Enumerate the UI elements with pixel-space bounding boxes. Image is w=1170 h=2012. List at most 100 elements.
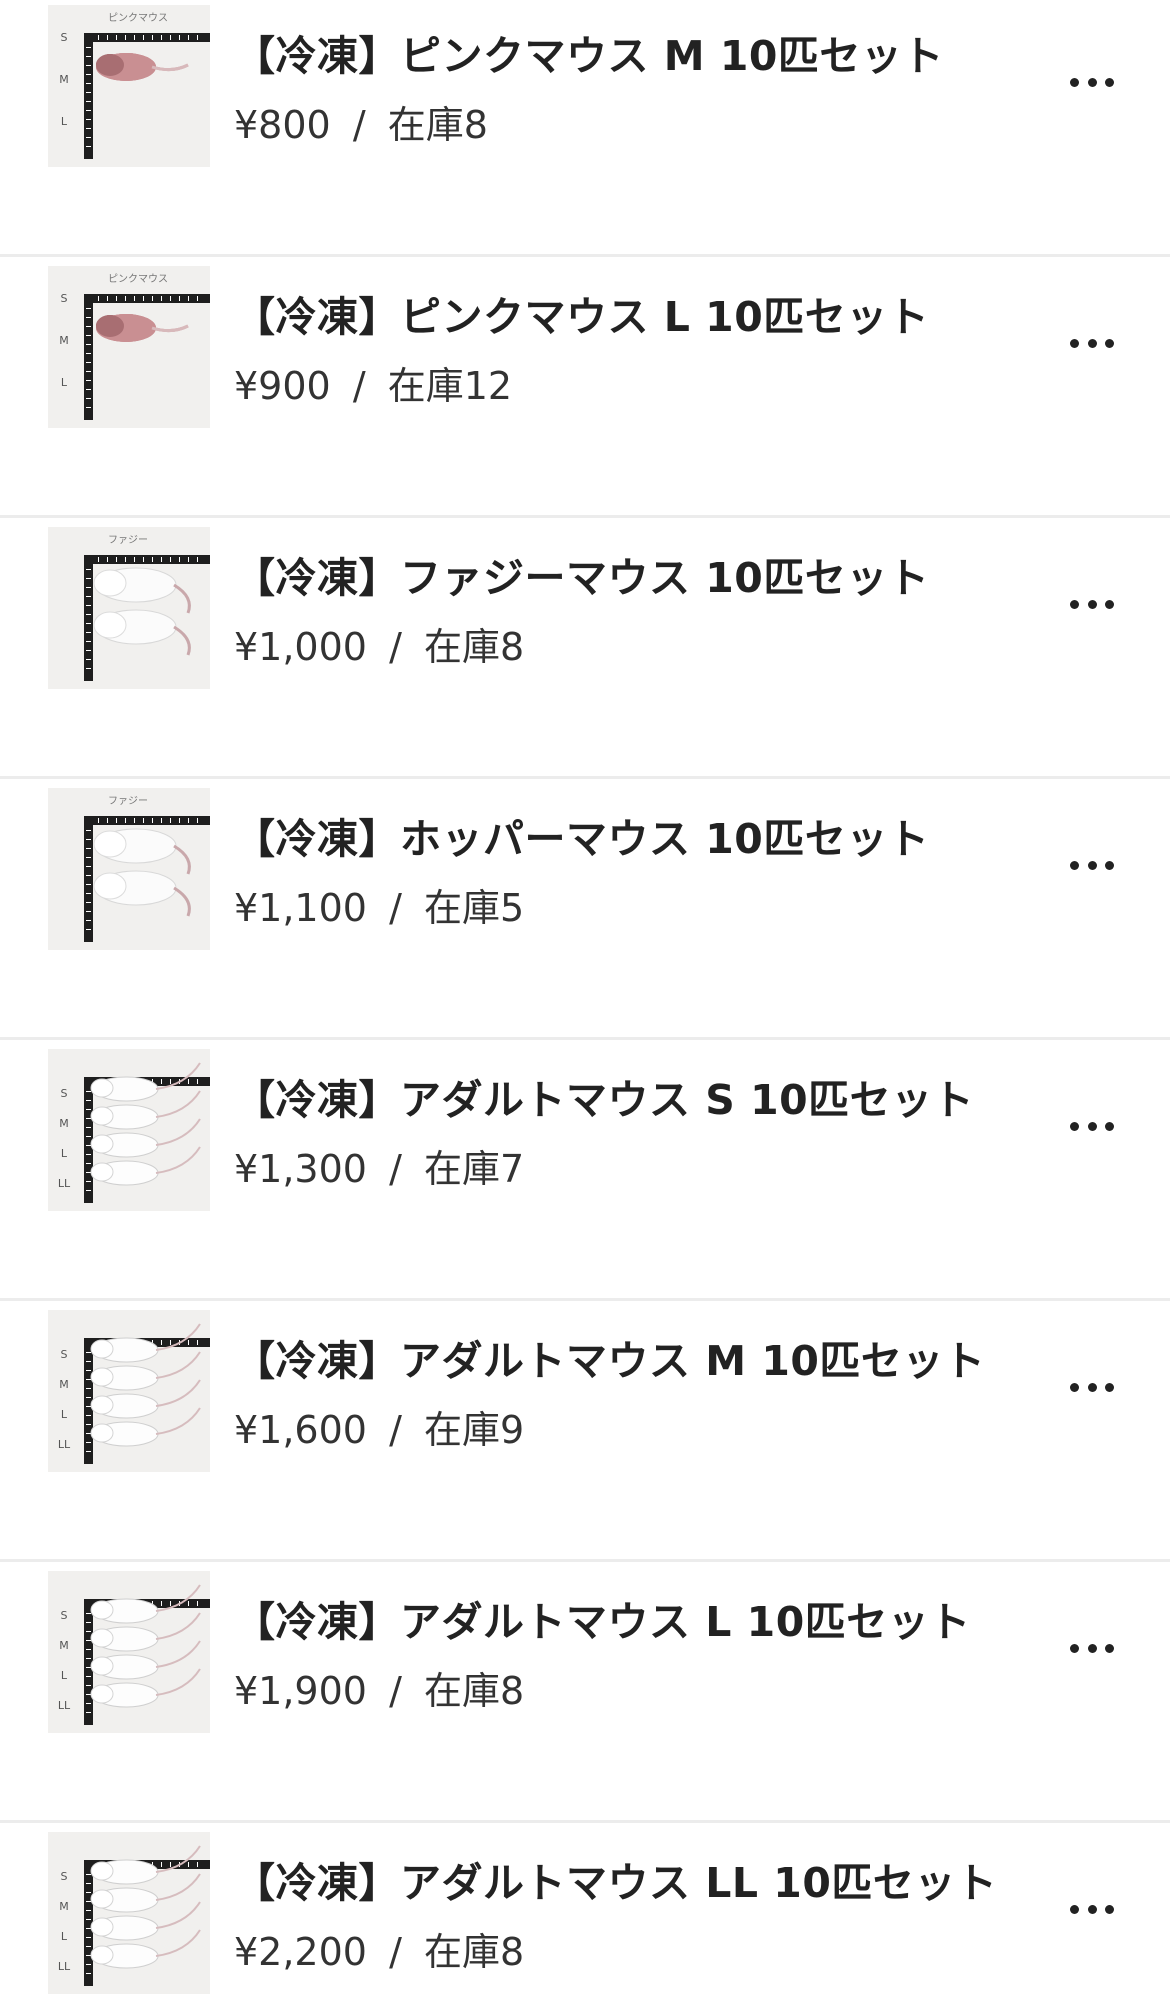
ruler-tick: [86, 1352, 91, 1353]
ruler-vertical: [84, 816, 93, 942]
mouse-shape: [90, 1628, 114, 1648]
scale-label: S: [61, 1609, 68, 1622]
more-options-button[interactable]: [1062, 843, 1122, 887]
product-title[interactable]: 【冷凍】ピンクマウス M 10匹セット: [234, 22, 944, 82]
product-title[interactable]: 【冷凍】アダルトマウス L 10匹セット: [234, 1588, 971, 1648]
more-options-button[interactable]: [1062, 1626, 1122, 1670]
ruler-tick: [188, 296, 189, 301]
ruler-tick: [86, 1622, 91, 1623]
ruler-tick: [86, 92, 91, 93]
ruler-tick: [197, 1601, 198, 1606]
more-options-button[interactable]: [1062, 1365, 1122, 1409]
ruler-tick: [86, 578, 91, 579]
thumb-bg: [48, 5, 210, 167]
more-options-button[interactable]: [1062, 582, 1122, 626]
ruler-tick: [86, 1712, 91, 1713]
more-dot: [1087, 1643, 1097, 1653]
ruler-tick: [86, 1415, 91, 1416]
ruler-tick: [86, 1370, 91, 1371]
list-item[interactable]: S M L LL 【冷凍】アダルトマウス S 10匹セット ¥1,300 / 在庫7: [0, 1040, 1170, 1301]
more-dot: [1070, 338, 1079, 348]
product-price: ¥1,000: [234, 625, 367, 669]
list-item[interactable]: ファジー 【冷凍】ファジーマウス 10匹セット ¥1,000 / 在庫8: [0, 518, 1170, 779]
scale-label: L: [61, 1408, 68, 1421]
ruler-tick: [170, 296, 171, 301]
ruler-tick: [86, 47, 91, 48]
ruler-tick: [125, 557, 126, 562]
list-item[interactable]: S M L LL 【冷凍】アダルトマウス L 10匹セット ¥1,900 / 在庫8: [0, 1562, 1170, 1823]
ruler-tick: [86, 857, 91, 858]
product-title[interactable]: 【冷凍】ファジーマウス 10匹セット: [234, 544, 929, 604]
more-options-button[interactable]: [1062, 1887, 1122, 1931]
ruler-tick: [86, 911, 91, 912]
product-price: ¥800: [234, 103, 331, 147]
product-title[interactable]: 【冷凍】ホッパーマウス 10匹セット: [234, 805, 929, 865]
more-options-button[interactable]: [1062, 321, 1122, 365]
product-thumbnail[interactable]: S M L LL: [48, 1049, 210, 1211]
product-meta: ¥900 / 在庫12: [234, 355, 512, 410]
product-title[interactable]: 【冷凍】アダルトマウス LL 10匹セット: [234, 1849, 997, 1909]
more-dot: [1105, 338, 1114, 348]
list-item[interactable]: ファジー 【冷凍】ホッパーマウス 10匹セット ¥1,100 / 在庫5: [0, 779, 1170, 1040]
more-dot: [1087, 1904, 1097, 1914]
ruler-tick: [86, 1613, 91, 1614]
list-item[interactable]: ピンクマウス S M L 【冷凍】ピンクマウス L 10匹セット ¥900 / 在庫1…: [0, 257, 1170, 518]
more-options-button[interactable]: [1062, 60, 1122, 104]
ruler-tick: [86, 1964, 91, 1965]
ruler-tick: [188, 557, 189, 562]
product-title[interactable]: 【冷凍】アダルトマウス M 10匹セット: [234, 1327, 985, 1387]
ruler-tick: [134, 557, 135, 562]
mouse-shape: [90, 1917, 114, 1937]
list-item[interactable]: S M L LL 【冷凍】アダルトマウス M 10匹セット ¥1,600 / 在庫9: [0, 1301, 1170, 1562]
more-options-button[interactable]: [1062, 1104, 1122, 1148]
product-title[interactable]: 【冷凍】ピンクマウス L 10匹セット: [234, 283, 929, 343]
ruler-tick: [86, 1145, 91, 1146]
thumbnail-image: SMLLL: [48, 1571, 210, 1733]
product-thumbnail[interactable]: S M L LL: [48, 1832, 210, 1994]
product-price: ¥1,300: [234, 1147, 367, 1191]
ruler-tick: [125, 35, 126, 40]
product-thumbnail[interactable]: ファジー: [48, 527, 210, 689]
more-dot: [1105, 1121, 1114, 1131]
ruler-tick: [86, 1892, 91, 1893]
product-thumbnail[interactable]: S M L LL: [48, 1571, 210, 1733]
ruler-tick: [86, 1118, 91, 1119]
ruler-tick: [86, 362, 91, 363]
ruler-tick: [86, 587, 91, 588]
more-dot: [1087, 1121, 1097, 1131]
scale-label: S: [61, 1348, 68, 1361]
product-stock: 在庫12: [387, 364, 513, 408]
thumbnail-image: ファジー: [48, 788, 210, 950]
product-thumbnail[interactable]: ファジー: [48, 788, 210, 950]
ruler-tick: [86, 1433, 91, 1434]
scale-label: L: [61, 376, 68, 389]
ruler-tick: [86, 74, 91, 75]
ruler-tick: [197, 818, 198, 823]
product-thumbnail[interactable]: S M L LL: [48, 1310, 210, 1472]
list-item[interactable]: ピンクマウス S M L 【冷凍】ピンクマウス M 10匹セット ¥800 / 在庫8: [0, 0, 1170, 257]
ruler-tick: [86, 308, 91, 309]
ruler-tick: [86, 596, 91, 597]
ruler-tick: [86, 119, 91, 120]
product-price: ¥1,900: [234, 1669, 367, 1713]
meta-separator: /: [389, 625, 402, 669]
product-title[interactable]: 【冷凍】アダルトマウス S 10匹セット: [234, 1066, 974, 1126]
ruler-tick: [86, 920, 91, 921]
ruler-tick: [197, 296, 198, 301]
list-item[interactable]: S M L LL 【冷凍】アダルトマウス LL 10匹セット ¥2,200 / 在庫8: [0, 1823, 1170, 2012]
ruler-tick: [86, 1946, 91, 1947]
ruler-tick: [86, 1388, 91, 1389]
ruler-tick: [179, 557, 180, 562]
product-stock: 在庫9: [423, 1408, 525, 1452]
thumbnail-image: ピンクマウス S M L: [48, 5, 210, 167]
more-dot: [1105, 1643, 1114, 1653]
mouse-shape: [90, 1600, 114, 1620]
mouse-shape: [90, 1134, 114, 1154]
ruler-tick: [86, 335, 91, 336]
ruler-tick: [86, 1163, 91, 1164]
product-meta: ¥1,100 / 在庫5: [234, 877, 524, 932]
scale-label: M: [59, 73, 69, 86]
thumb-caption: ピンクマウス: [108, 273, 168, 285]
product-thumbnail[interactable]: ピンクマウス S M L: [48, 266, 210, 428]
product-thumbnail[interactable]: ピンクマウス S M L: [48, 5, 210, 167]
